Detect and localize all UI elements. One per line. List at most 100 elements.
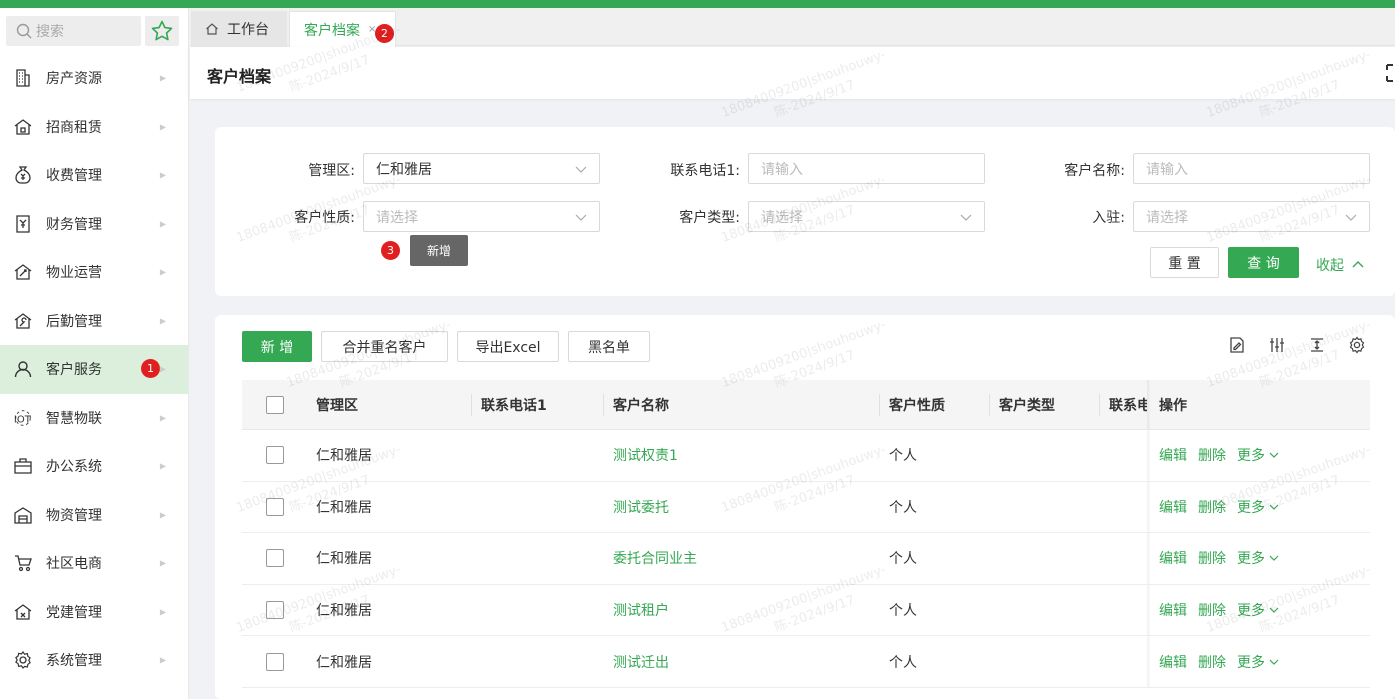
sidebar-item-3[interactable]: 财务管理 ▶ xyxy=(0,200,188,249)
chevron-right-icon: ▶ xyxy=(159,413,166,423)
sidebar-item-label: 财务管理 xyxy=(46,216,102,233)
manage-area-select[interactable]: 仁和雅居 xyxy=(363,153,600,184)
more-dropdown[interactable]: 更多 xyxy=(1237,600,1279,620)
table-row[interactable]: 仁和雅居 测试权责1 个人 编辑 删除 更多 xyxy=(242,430,1370,482)
delete-link[interactable]: 删除 xyxy=(1198,548,1226,568)
wrench-house-icon xyxy=(13,311,33,331)
row-checkbox[interactable] xyxy=(266,601,284,620)
row-checkbox[interactable] xyxy=(266,549,284,568)
table-row[interactable]: 仁和雅居 测试迁出 个人 编辑 删除 更多 xyxy=(242,636,1370,688)
edit-link[interactable]: 编辑 xyxy=(1159,445,1187,465)
sidebar-item-8[interactable]: 办公系统 ▶ xyxy=(0,442,188,491)
more-dropdown[interactable]: 更多 xyxy=(1237,548,1279,568)
sidebar-search-input[interactable]: 搜索 xyxy=(6,16,141,46)
select-all-checkbox[interactable] xyxy=(266,395,284,414)
merge-duplicate-customers-button[interactable]: 合并重名客户 xyxy=(321,331,448,362)
phone1-input[interactable]: 请输入 xyxy=(748,153,985,184)
checkin-select[interactable]: 请选择 xyxy=(1133,201,1370,232)
svg-text:IOT: IOT xyxy=(14,414,32,425)
header-phone1[interactable]: 联系电话1 xyxy=(481,380,547,429)
sidebar-item-4[interactable]: 物业运营 ▶ xyxy=(0,248,188,297)
cell-customer-nature: 个人 xyxy=(889,448,917,465)
sidebar-item-2[interactable]: 收费管理 ▶ xyxy=(0,151,188,200)
reset-button[interactable]: 重 置 xyxy=(1150,247,1219,278)
chevron-right-icon: ▶ xyxy=(159,510,166,520)
gear-icon[interactable] xyxy=(1347,335,1367,355)
table-row[interactable]: 仁和雅居 测试租户 个人 编辑 删除 更多 xyxy=(242,584,1370,637)
search-icon xyxy=(16,23,32,39)
header-customer-nature[interactable]: 客户性质 xyxy=(889,380,945,429)
sidebar-item-12[interactable]: 系统管理 ▶ xyxy=(0,636,188,685)
sidebar-item-1[interactable]: 招商租赁 ▶ xyxy=(0,103,188,152)
sidebar-item-label: 办公系统 xyxy=(46,459,102,476)
cell-customer-name-link[interactable]: 测试权责1 xyxy=(613,430,678,481)
tab-workbench-label: 工作台 xyxy=(227,22,269,38)
row-height-icon[interactable] xyxy=(1307,335,1327,355)
sidebar-item-5[interactable]: 后勤管理 ▶ xyxy=(0,297,188,346)
customer-name-input[interactable]: 请输入 xyxy=(1133,153,1370,184)
cell-customer-name-link[interactable]: 测试委托 xyxy=(613,482,669,533)
cell-customer-name-link[interactable]: 测试迁出 xyxy=(613,636,669,687)
table-row[interactable]: 仁和雅居 委托合同业主 个人 编辑 删除 更多 xyxy=(242,533,1370,585)
iot-icon: IOT xyxy=(13,408,33,428)
chevron-right-icon: ▶ xyxy=(159,655,166,665)
column-divider xyxy=(989,394,990,416)
sidebar-item-label: 招商租赁 xyxy=(46,119,102,136)
row-checkbox-cell xyxy=(266,430,284,481)
edit-link[interactable]: 编辑 xyxy=(1159,548,1187,568)
table-tools xyxy=(1227,335,1367,355)
page-header: 客户档案 xyxy=(190,47,1395,99)
export-excel-button[interactable]: 导出Excel xyxy=(457,331,559,362)
delete-link[interactable]: 删除 xyxy=(1198,497,1226,517)
row-checkbox[interactable] xyxy=(266,497,284,516)
sidebar-item-label: 收费管理 xyxy=(46,168,102,185)
cell-actions: 编辑 删除 更多 xyxy=(1159,585,1279,636)
chevron-down-icon xyxy=(1269,556,1279,562)
customer-type-select[interactable]: 请选择 xyxy=(748,201,985,232)
sidebar-item-6[interactable]: 客户服务 1 ▶ xyxy=(0,345,188,394)
table-row[interactable]: 仁和雅居 测试委托 个人 编辑 删除 更多 xyxy=(242,481,1370,534)
sidebar-item-0[interactable]: 房产资源 ▶ xyxy=(0,54,188,103)
header-customer-type[interactable]: 客户类型 xyxy=(999,380,1055,429)
edit-link[interactable]: 编辑 xyxy=(1159,497,1187,517)
column-divider xyxy=(471,394,472,416)
edit-link[interactable]: 编辑 xyxy=(1159,600,1187,620)
delete-link[interactable]: 删除 xyxy=(1198,600,1226,620)
customer-nature-select[interactable]: 请选择 xyxy=(363,201,600,232)
home-icon xyxy=(206,23,218,35)
header-manage-area[interactable]: 管理区 xyxy=(316,380,358,429)
row-checkbox[interactable] xyxy=(266,652,284,671)
star-icon xyxy=(151,20,173,41)
favorites-button[interactable] xyxy=(145,16,179,46)
fullscreen-icon[interactable] xyxy=(1385,63,1395,83)
sidebar-item-7[interactable]: IOT 智慧物联 ▶ xyxy=(0,394,188,443)
header-customer-name[interactable]: 客户名称 xyxy=(613,380,669,429)
filter-sliders-icon[interactable] xyxy=(1267,335,1287,355)
cell-customer-name-link[interactable]: 测试租户 xyxy=(613,585,669,636)
row-checkbox[interactable] xyxy=(266,446,284,465)
delete-link[interactable]: 删除 xyxy=(1198,652,1226,672)
table-panel: 新 增 合并重名客户 导出Excel 黑名单 管理区 联系电话1 客户名称 客户… xyxy=(215,315,1395,699)
blacklist-button[interactable]: 黑名单 xyxy=(568,331,650,362)
add-button[interactable]: 新 增 xyxy=(242,331,312,362)
header-contact[interactable]: 联系电 xyxy=(1109,380,1147,429)
more-dropdown[interactable]: 更多 xyxy=(1237,652,1279,672)
sidebar-item-11[interactable]: 党建管理 ▶ xyxy=(0,588,188,637)
sidebar-item-9[interactable]: 物资管理 ▶ xyxy=(0,491,188,540)
more-dropdown[interactable]: 更多 xyxy=(1237,445,1279,465)
tab-workbench[interactable]: 工作台 xyxy=(191,11,287,47)
more-label: 更多 xyxy=(1237,499,1265,516)
cell-customer-name-link[interactable]: 委托合同业主 xyxy=(613,533,697,584)
query-button[interactable]: 查 询 xyxy=(1228,247,1299,278)
chevron-right-icon: ▶ xyxy=(159,316,166,326)
delete-link[interactable]: 删除 xyxy=(1198,445,1226,465)
sidebar-item-label: 物业运营 xyxy=(46,265,102,282)
edit-columns-icon[interactable] xyxy=(1227,335,1247,355)
money-bag-icon xyxy=(13,165,33,185)
more-dropdown[interactable]: 更多 xyxy=(1237,497,1279,517)
header-actions: 操作 xyxy=(1159,397,1187,414)
page-title: 客户档案 xyxy=(207,67,272,86)
edit-link[interactable]: 编辑 xyxy=(1159,652,1187,672)
collapse-filter-link[interactable]: 收起 xyxy=(1316,255,1364,275)
sidebar-item-10[interactable]: 社区电商 ▶ xyxy=(0,539,188,588)
